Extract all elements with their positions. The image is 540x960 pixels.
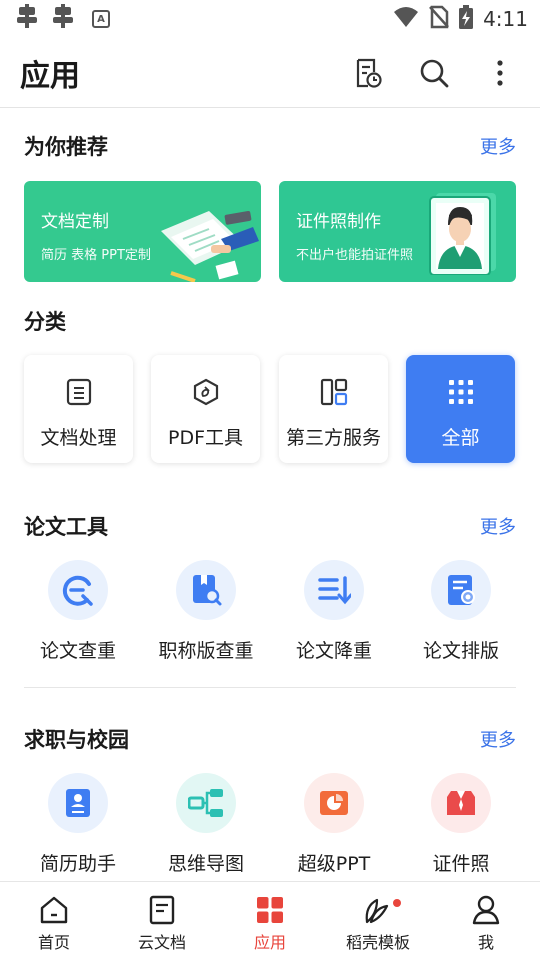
tab-home[interactable]: 首页: [0, 882, 108, 960]
tab-cloud-doc[interactable]: 云文档: [108, 882, 216, 960]
person-icon: [470, 894, 502, 926]
pdf-tool-icon: [191, 377, 221, 407]
leaf-icon: [362, 894, 394, 926]
tab-label: 稻壳模板: [345, 933, 410, 952]
tab-label: 应用: [253, 933, 286, 952]
section-title: 论文工具: [24, 515, 108, 539]
tool-resume-helper[interactable]: 简历助手: [23, 773, 133, 876]
category-label: 全部: [441, 427, 480, 449]
tool-paper-reduce[interactable]: 论文降重: [279, 560, 389, 663]
banner-doc-custom[interactable]: 文档定制 简历 表格 PPT定制: [24, 181, 261, 282]
tool-paper-check[interactable]: 论文查重: [23, 560, 133, 663]
bottom-tab-bar: 首页 云文档 应用 稻壳模板 我: [0, 881, 540, 960]
section-title: 分类: [24, 310, 66, 334]
tab-docer-templates[interactable]: 稻壳模板: [324, 882, 432, 960]
more-link[interactable]: 更多: [480, 513, 516, 539]
tool-label: 超级PPT: [297, 853, 371, 875]
ppt-icon: [304, 773, 364, 833]
bug-icon: [14, 4, 40, 34]
plagiarism-check-icon: [48, 560, 108, 620]
category-label: PDF工具: [167, 427, 244, 449]
tool-label: 证件照: [432, 853, 490, 875]
no-sim-icon: [429, 5, 450, 33]
battery-charging-icon: [459, 5, 474, 33]
wifi-icon: [393, 6, 419, 32]
more-link[interactable]: 更多: [480, 133, 516, 159]
category-label: 文档处理: [40, 427, 117, 449]
apps-grid-icon: [446, 377, 476, 407]
career-header: 求职与校园 更多: [24, 724, 516, 754]
status-bar: A 4:11: [0, 0, 540, 38]
tool-paper-format[interactable]: 论文排版: [406, 560, 516, 663]
main-content: 为你推荐 更多 文档定制 简历 表格 PPT定制 证件照制作 不出户也能拍证件照: [0, 109, 540, 881]
reduce-list-icon: [304, 560, 364, 620]
tab-label: 我: [477, 933, 494, 952]
category-label: 第三方服务: [285, 427, 381, 449]
resume-icon: [48, 773, 108, 833]
tool-label: 论文降重: [295, 640, 372, 662]
tab-me[interactable]: 我: [432, 882, 540, 960]
id-photo-illustration-icon: [428, 189, 500, 279]
section-divider: [24, 687, 516, 688]
cloud-doc-icon: [146, 894, 178, 926]
mindmap-icon: [176, 773, 236, 833]
tool-id-photo[interactable]: 证件照: [406, 773, 516, 876]
id-photo-icon: [431, 773, 491, 833]
doc-award-icon: [431, 560, 491, 620]
category-all[interactable]: 全部: [406, 355, 515, 463]
recommend-header: 为你推荐 更多: [24, 131, 516, 161]
tool-title-check[interactable]: 职称版查重: [151, 560, 261, 663]
documents-illustration-icon: [151, 193, 261, 282]
document-icon: [64, 377, 94, 407]
paper-tools-header: 论文工具 更多: [24, 511, 516, 541]
tool-label: 简历助手: [39, 853, 116, 875]
more-vert-icon[interactable]: [484, 57, 516, 89]
home-icon: [38, 894, 70, 926]
tool-label: 论文排版: [422, 640, 499, 662]
tool-label: 思维导图: [167, 853, 244, 875]
category-header: 分类: [24, 306, 516, 336]
app-bar: 应用: [0, 38, 540, 108]
notification-badge: [393, 899, 401, 907]
bug-icon: [50, 4, 76, 34]
category-pdf-tools[interactable]: PDF工具: [151, 355, 260, 463]
tab-label: 首页: [37, 933, 70, 952]
tool-super-ppt[interactable]: 超级PPT: [279, 773, 389, 876]
page-title: 应用: [20, 58, 80, 94]
section-title: 求职与校园: [24, 728, 129, 752]
apps-icon: [254, 894, 286, 926]
tool-label: 职称版查重: [158, 640, 254, 662]
history-doc-icon[interactable]: [352, 57, 384, 89]
font-a-icon: A: [92, 10, 110, 28]
clock-time: 4:11: [483, 7, 528, 31]
search-icon[interactable]: [418, 57, 450, 89]
tab-label: 云文档: [137, 933, 186, 952]
banner-id-photo[interactable]: 证件照制作 不出户也能拍证件照: [279, 181, 516, 282]
book-search-icon: [176, 560, 236, 620]
tab-apps[interactable]: 应用: [216, 882, 324, 960]
category-third-party[interactable]: 第三方服务: [279, 355, 388, 463]
layout-grid-icon: [319, 377, 349, 407]
section-title: 为你推荐: [24, 135, 108, 159]
more-link[interactable]: 更多: [480, 726, 516, 752]
tool-mindmap[interactable]: 思维导图: [151, 773, 261, 876]
tool-label: 论文查重: [39, 640, 116, 662]
category-doc-processing[interactable]: 文档处理: [24, 355, 133, 463]
